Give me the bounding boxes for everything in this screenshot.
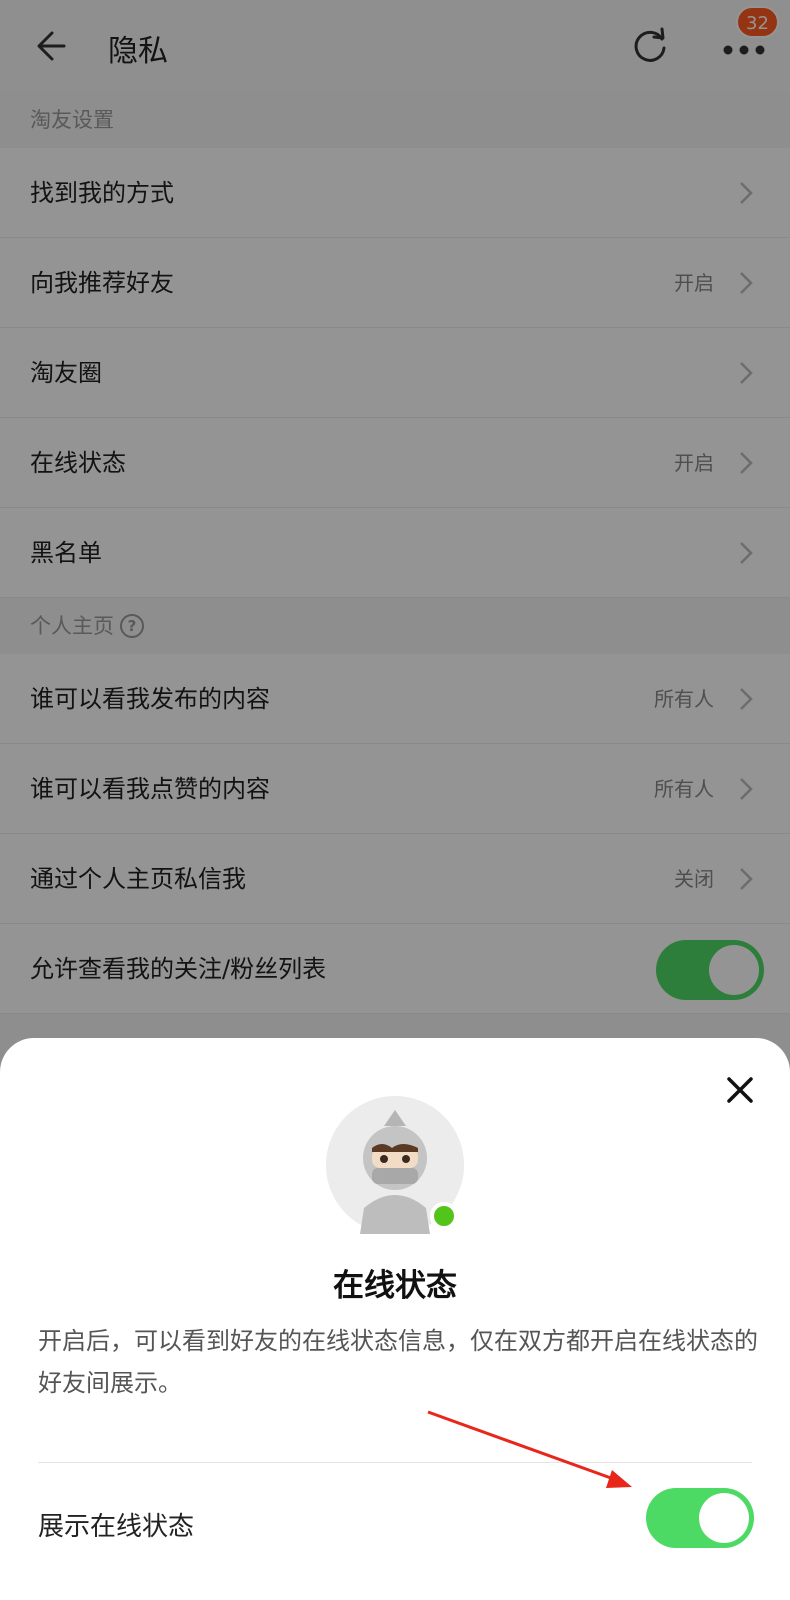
close-icon[interactable] xyxy=(724,1074,756,1106)
avatar xyxy=(326,1096,464,1234)
show-online-status-toggle[interactable] xyxy=(646,1488,754,1548)
show-online-status-label: 展示在线状态 xyxy=(38,1512,195,1542)
sheet-title: 在线状态 xyxy=(333,1268,457,1304)
online-indicator xyxy=(430,1202,458,1230)
online-status-sheet: 在线状态 开启后，可以看到好友的在线状态信息，仅在双方都开启在线状态的好友间展示… xyxy=(0,1038,790,1600)
divider xyxy=(38,1462,752,1463)
annotation-arrow-icon xyxy=(427,1410,632,1488)
sheet-description: 开启后，可以看到好友的在线状态信息，仅在双方都开启在线状态的好友间展示。 xyxy=(38,1327,758,1397)
toggle-knob xyxy=(699,1493,749,1543)
